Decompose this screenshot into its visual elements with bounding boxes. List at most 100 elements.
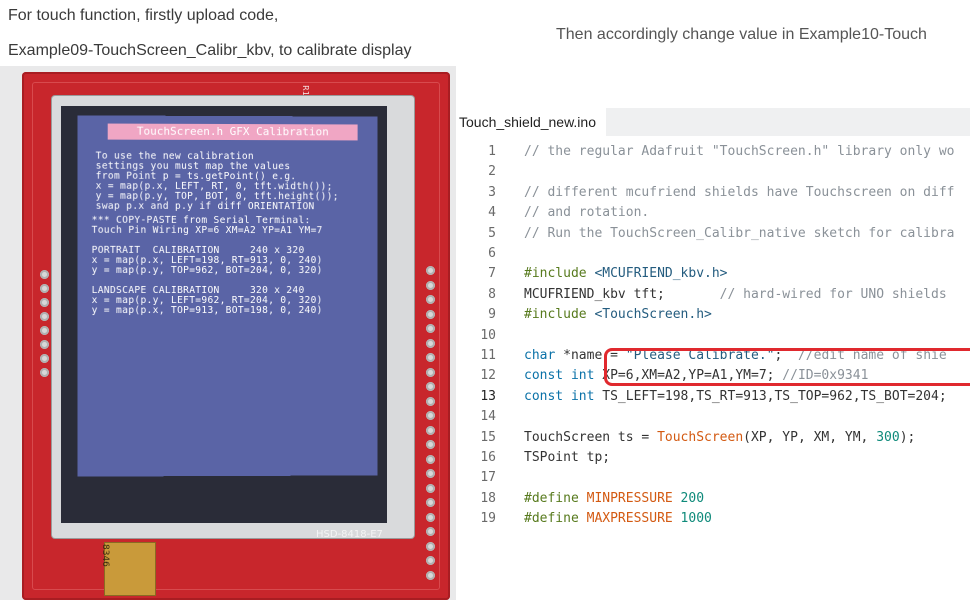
header-pin: [426, 396, 435, 406]
code-line: 17: [456, 468, 970, 488]
editor-tab-bar: Touch_shield_new.ino: [456, 108, 970, 136]
code-text: #define MAXPRESSURE 1000: [524, 509, 712, 529]
code-token: // and rotation.: [524, 205, 650, 221]
code-token: // the regular Adafruit "TouchScreen.h" …: [524, 144, 955, 159]
line-number: 12: [480, 368, 496, 384]
header-pin: [426, 266, 435, 275]
code-text: // the regular Adafruit "TouchScreen.h" …: [524, 142, 954, 162]
line-number: 16: [480, 450, 496, 465]
header-pin: [426, 367, 435, 377]
header-pin: [426, 280, 435, 290]
line-number: 3: [488, 184, 496, 200]
code-text: MCUFRIEND_kbv tft; // hard-wired for UNO…: [524, 285, 947, 305]
code-line: 14: [456, 407, 970, 427]
line-number: 6: [488, 246, 496, 261]
code-line: 1 // the regular Adafruit "TouchScreen.h"…: [456, 142, 970, 162]
calibration-screen-title: TouchScreen.h GFX Calibration: [107, 123, 358, 141]
code-line: 16 TSPoint tp;: [456, 448, 970, 468]
header-pin: [426, 469, 435, 478]
header-pin: [426, 309, 435, 319]
header-pin: [426, 411, 435, 420]
calibration-instructions: To use the new calibration settings you …: [95, 150, 339, 213]
code-editor: Touch_shield_new.ino 1 // the regular Ada…: [456, 108, 970, 600]
calibration-screen: TouchScreen.h GFX Calibration To use the…: [77, 115, 378, 477]
line-number: 5: [488, 225, 496, 241]
code-line: 13 const int TS_LEFT=198,TS_RT=913,TS_TOP…: [456, 387, 970, 407]
tft-shield-photo: R1 TouchScreen.h GFX Calibration To use …: [0, 66, 456, 600]
code-token: TSPoint tp;: [524, 450, 611, 465]
line-number: 7: [488, 266, 496, 282]
line-number: 17: [480, 470, 496, 486]
code-text: // Run the TouchScreen_Calibr_native ske…: [524, 224, 954, 244]
code-token: #define: [524, 490, 587, 506]
header-pin: [426, 324, 435, 333]
code-token: #include: [524, 266, 595, 282]
header-pin: [40, 270, 49, 279]
code-token: );: [899, 429, 916, 445]
code-text: #define MINPRESSURE 200: [524, 489, 704, 509]
header-pin: [426, 570, 435, 580]
code-text: TSPoint tp;: [524, 448, 610, 468]
line-number: 9: [488, 307, 496, 323]
line-number: 15: [480, 429, 496, 445]
line-number: 14: [480, 409, 496, 425]
line-number: 18: [480, 490, 496, 506]
code-token: #define: [524, 511, 587, 527]
code-line: 3 // different mcufriend shields have Tou…: [456, 183, 970, 203]
code-token: // Run the TouchScreen_Calibr_native ske…: [524, 225, 955, 241]
header-pin: [426, 556, 435, 565]
tab-touch-shield-new[interactable]: Touch_shield_new.ino: [456, 108, 606, 136]
code-text: // and rotation.: [524, 203, 649, 223]
header-pin: [40, 326, 49, 335]
header-pin: [426, 483, 435, 493]
header-pin: [426, 527, 435, 536]
header-pin: [426, 454, 435, 464]
code-line: 18 #define MINPRESSURE 200: [456, 489, 970, 509]
instruction-caption-line1: For touch function, firstly upload code,: [8, 7, 279, 24]
code-text: #include <TouchScreen.h>: [524, 305, 712, 325]
code-line: 19 #define MAXPRESSURE 1000: [456, 509, 970, 529]
code-text: #include <MCUFRIEND_kbv.h>: [524, 264, 728, 284]
header-pin: [426, 382, 435, 391]
line-number: 13: [480, 388, 496, 404]
instruction-caption-right: Then accordingly change value in Example…: [556, 26, 927, 43]
code-text: TouchScreen ts = TouchScreen(XP, YP, XM,…: [524, 428, 915, 448]
code-line: 4 // and rotation.: [456, 203, 970, 223]
code-token: #include: [524, 307, 595, 323]
header-pin: [40, 298, 49, 307]
board-model-label: HSD-8418-E7: [316, 529, 383, 540]
code-line: 7 #include <MCUFRIEND_kbv.h>: [456, 264, 970, 284]
line-number: 10: [480, 327, 496, 343]
code-token: MAXPRESSURE: [586, 511, 673, 527]
code-line: 10: [456, 326, 970, 346]
header-pin: [40, 368, 49, 377]
header-pin: [426, 512, 435, 522]
calibration-results: *** COPY-PASTE from Serial Terminal: Tou…: [91, 214, 323, 317]
r1-silkscreen-label: R1: [300, 85, 310, 96]
code-token: // different mcufriend shields have Touc…: [524, 184, 955, 200]
code-token: MINPRESSURE: [586, 490, 673, 506]
header-pin: [426, 425, 435, 435]
code-token: <MCUFRIEND_kbv.h>: [594, 266, 728, 282]
header-pin: [426, 541, 435, 551]
code-token: const int: [524, 368, 595, 384]
code-text: // different mcufriend shields have Touc…: [524, 183, 954, 203]
code-line: 2: [456, 162, 970, 182]
header-pin: [40, 284, 49, 293]
code-token: 1000: [680, 511, 712, 527]
code-token: // hard-wired for UNO shields: [719, 286, 947, 302]
code-token: <TouchScreen.h>: [594, 307, 712, 323]
header-pin: [426, 338, 435, 348]
instruction-caption-line2: Example09-TouchScreen_Calibr_kbv, to cal…: [8, 42, 412, 59]
code-token: TS_LEFT=198,TS_RT=913,TS_TOP=962,TS_BOT=…: [594, 388, 947, 404]
header-pin: [40, 340, 49, 349]
ribbon-cable-label: 8346: [100, 544, 110, 567]
header-pin: [426, 440, 435, 449]
line-number: 2: [488, 164, 496, 180]
line-number: 11: [480, 348, 496, 363]
calibration-values-highlight: [604, 348, 970, 386]
code-token: (XP, YP, XM, YM,: [743, 429, 877, 445]
code-token: char: [524, 348, 556, 363]
